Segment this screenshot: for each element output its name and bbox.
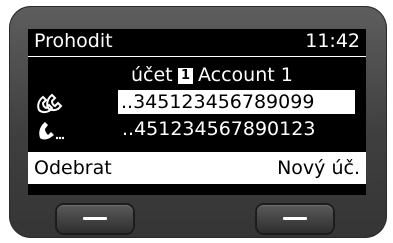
left-softkey-button[interactable] bbox=[57, 205, 133, 233]
phone-number-1: ..345123456789099 bbox=[118, 90, 355, 114]
title-divider bbox=[28, 56, 366, 57]
account-number-badge: 1 bbox=[178, 68, 193, 84]
minus-icon bbox=[83, 217, 107, 220]
minus-icon bbox=[283, 217, 307, 220]
title-bar: Prohodit 11:42 bbox=[28, 29, 366, 54]
softkey-bar: Odebrat Nový úč. bbox=[28, 152, 366, 184]
account-name: Account 1 bbox=[198, 64, 293, 86]
clock: 11:42 bbox=[305, 30, 360, 52]
multi-line-icon bbox=[37, 93, 63, 114]
account-label: účet bbox=[131, 64, 173, 86]
number-entry[interactable]: ..451234567890123 bbox=[28, 117, 366, 142]
phone-number-2: ..451234567890123 bbox=[122, 118, 316, 140]
number-entry-selected[interactable]: ..345123456789099 bbox=[28, 90, 366, 115]
screen-title: Prohodit bbox=[34, 30, 113, 52]
handset-icon bbox=[39, 122, 64, 140]
right-softkey-button[interactable] bbox=[257, 205, 333, 233]
phone-display: Prohodit 11:42 účet 1 Account 1 ..345123… bbox=[28, 29, 366, 195]
softkey-left-label[interactable]: Odebrat bbox=[34, 152, 112, 184]
softkey-right-label[interactable]: Nový úč. bbox=[277, 152, 360, 184]
account-row: účet 1 Account 1 bbox=[28, 63, 366, 88]
